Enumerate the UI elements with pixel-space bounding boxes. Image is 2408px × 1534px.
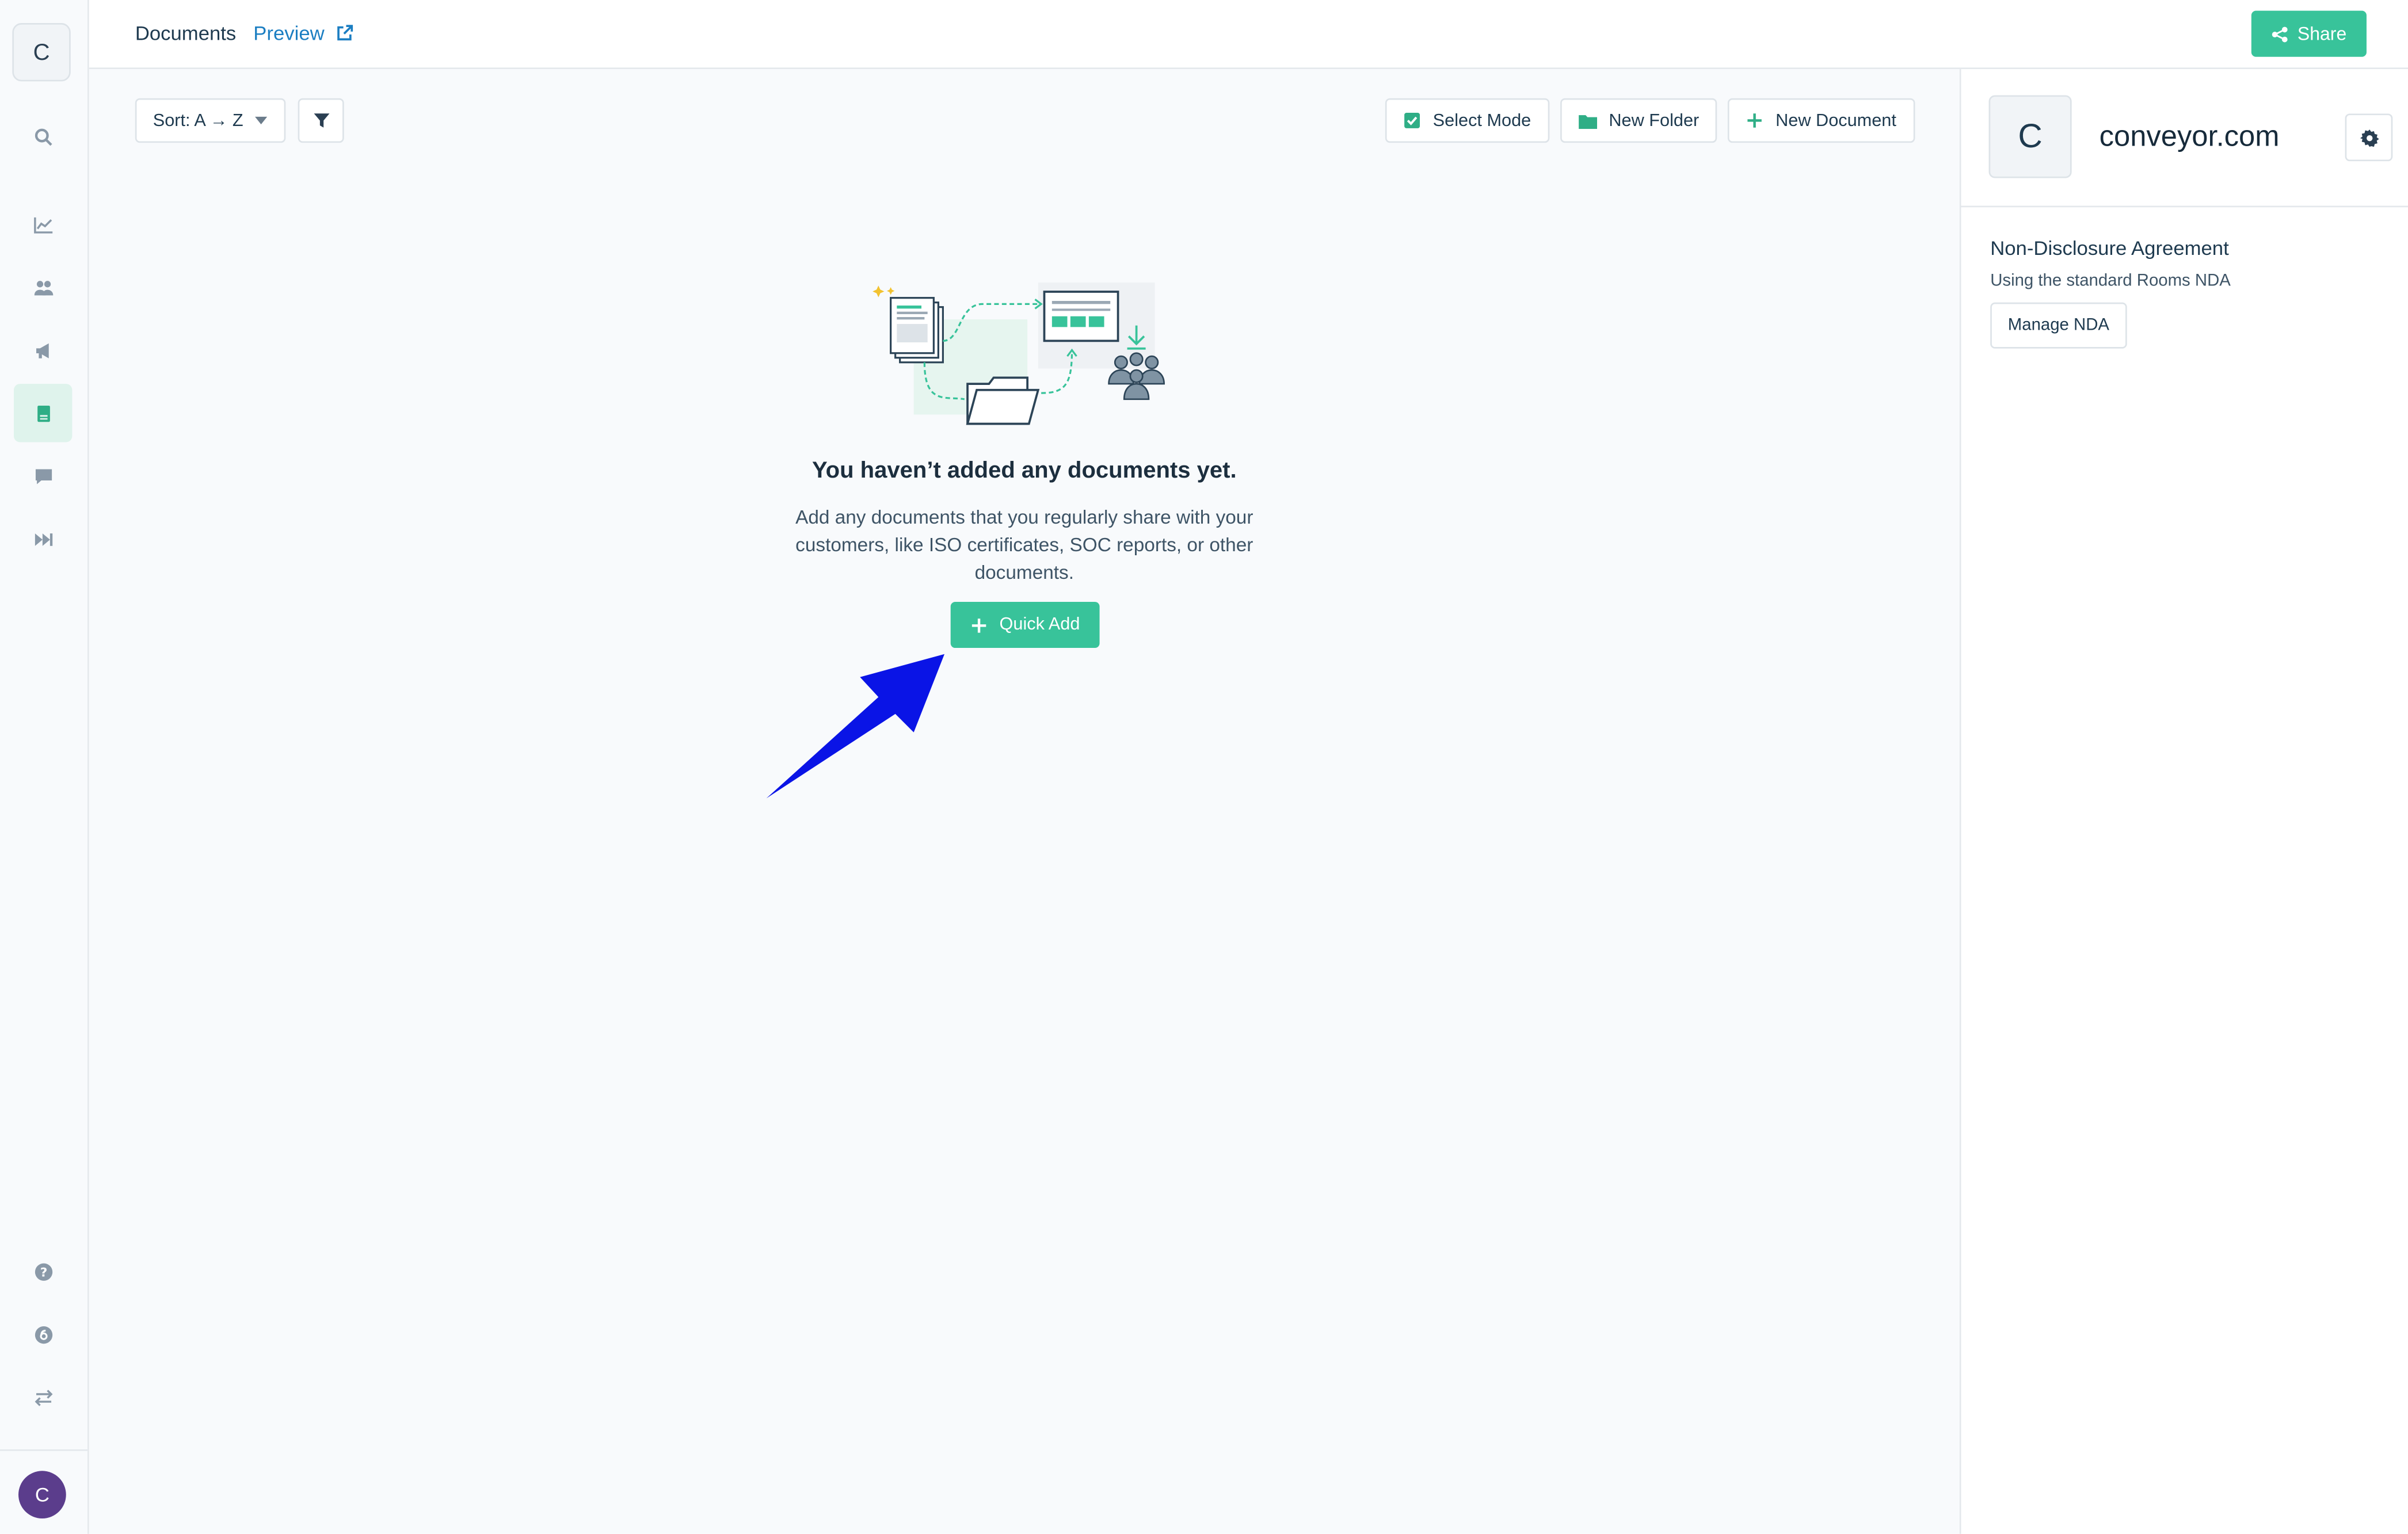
chat-icon — [35, 468, 51, 484]
manage-nda-label: Manage NDA — [2007, 316, 2110, 335]
sidebar-divider — [0, 1449, 88, 1451]
nav-fast-forward[interactable] — [14, 510, 72, 568]
panel-divider — [1961, 205, 2408, 208]
nav-billing[interactable] — [14, 1305, 72, 1363]
avatar-letter: C — [35, 1483, 49, 1506]
documents-icon — [36, 405, 49, 421]
annotation-arrow — [766, 654, 945, 799]
filter-icon — [313, 113, 329, 128]
workspace-logo[interactable]: C — [12, 23, 71, 82]
share-icon — [2272, 26, 2288, 42]
plus-icon — [971, 617, 986, 632]
empty-state-description: Add any documents that you regularly sha… — [795, 506, 1253, 583]
gear-icon — [2359, 128, 2378, 146]
select-mode-label: Select Mode — [1432, 111, 1531, 130]
empty-state-title: You haven’t added any documents yet. — [811, 457, 1237, 484]
users-icon — [33, 280, 52, 295]
workspace-logo-letter: C — [33, 39, 50, 66]
manage-nda-button[interactable]: Manage NDA — [1990, 302, 2127, 349]
documents-main: Sort: A → Z Select Mode New Folder New D… — [89, 69, 1960, 1534]
preview-label: Preview — [253, 21, 325, 45]
help-icon: ? — [34, 1262, 52, 1280]
nda-title: Non-Disclosure Agreement — [1990, 236, 2229, 260]
sidebar: C ? C — [0, 0, 89, 1534]
new-document-button[interactable]: New Document — [1727, 98, 1915, 143]
fast-forward-icon — [34, 532, 52, 545]
settings-button[interactable] — [2345, 113, 2393, 162]
filter-button[interactable] — [298, 98, 344, 143]
new-folder-label: New Folder — [1609, 111, 1700, 130]
new-folder-button[interactable]: New Folder — [1560, 98, 1717, 143]
top-header: Documents Preview Share — [89, 0, 2408, 70]
nav-announcements[interactable] — [14, 321, 72, 379]
plus-icon — [1747, 113, 1762, 128]
sort-label: Sort: A → Z — [153, 111, 243, 130]
nav-help[interactable]: ? — [14, 1242, 72, 1300]
share-label: Share — [2297, 23, 2347, 45]
sort-dropdown[interactable]: Sort: A → Z — [135, 98, 286, 143]
folder-icon — [1578, 114, 1597, 128]
nav-documents[interactable] — [14, 384, 73, 442]
chevron-down-icon — [256, 116, 268, 125]
select-mode-button[interactable]: Select Mode — [1385, 98, 1550, 143]
search-icon — [34, 128, 52, 146]
megaphone-icon — [35, 342, 48, 358]
preview-link[interactable]: Preview — [253, 21, 353, 44]
svg-text:?: ? — [39, 1265, 47, 1279]
nav-search[interactable] — [14, 108, 72, 166]
billing-icon — [34, 1325, 52, 1343]
checkbox-icon — [1404, 113, 1420, 128]
switch-icon — [34, 1388, 52, 1406]
nav-switch[interactable] — [14, 1368, 72, 1426]
page-title: Documents — [135, 21, 237, 45]
new-document-label: New Document — [1775, 111, 1896, 130]
room-settings-panel: C conveyor.com Non-Disclosure Agreement … — [1959, 69, 2408, 1534]
analytics-icon — [33, 216, 52, 233]
nav-analytics[interactable] — [14, 195, 72, 253]
quick-add-button[interactable]: Quick Add — [950, 601, 1100, 648]
empty-documents-illustration — [872, 282, 1165, 425]
nav-chat[interactable] — [14, 447, 72, 505]
external-link-icon — [337, 25, 353, 41]
share-button[interactable]: Share — [2251, 10, 2367, 57]
nav-users[interactable] — [14, 258, 72, 316]
org-logo: C — [1988, 95, 2072, 178]
org-logo-letter: C — [2018, 116, 2043, 155]
user-avatar[interactable]: C — [18, 1471, 66, 1519]
org-name: conveyor.com — [2099, 121, 2280, 154]
nda-subtitle: Using the standard Rooms NDA — [1990, 272, 2231, 291]
quick-add-label: Quick Add — [999, 616, 1080, 635]
